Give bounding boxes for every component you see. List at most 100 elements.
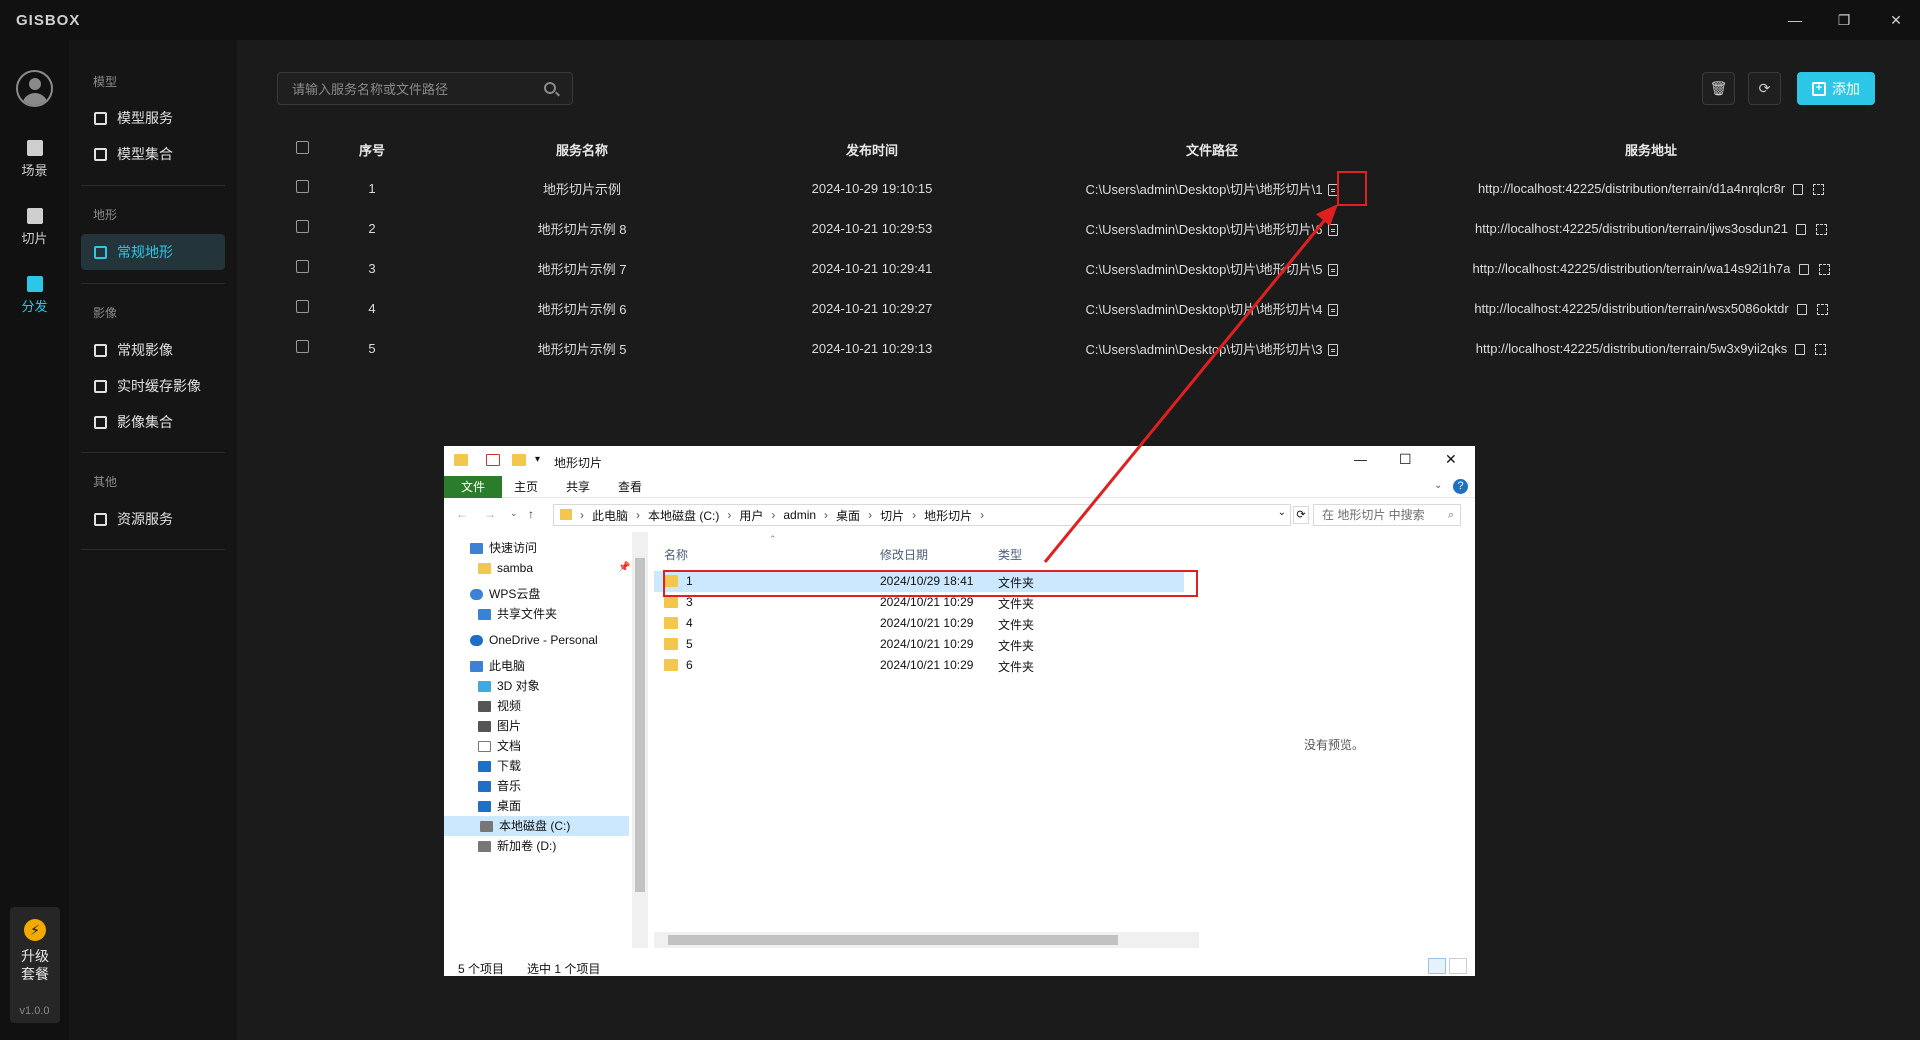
close-button[interactable]: ✕ xyxy=(1872,0,1920,40)
tab-view[interactable]: 查看 xyxy=(608,476,652,498)
tree-item[interactable]: 下载 xyxy=(478,756,521,776)
breadcrumb-item[interactable]: 此电脑 xyxy=(592,507,628,524)
delete-button[interactable]: 🗑 xyxy=(1702,72,1735,105)
select-all-checkbox[interactable] xyxy=(295,141,309,154)
explorer-maximize-button[interactable]: ☐ xyxy=(1399,451,1412,468)
qrcode-icon[interactable] xyxy=(1813,183,1825,195)
file-row[interactable]: 5 2024/10/21 10:29 文件夹 xyxy=(654,634,1184,655)
row-checkbox[interactable] xyxy=(295,220,309,233)
open-folder-icon[interactable] xyxy=(1328,224,1339,237)
nav-item-regular-imagery[interactable]: 常规影像 xyxy=(81,332,225,368)
scroll-thumb[interactable] xyxy=(668,935,1118,945)
new-folder-icon[interactable] xyxy=(512,454,526,466)
qrcode-icon[interactable] xyxy=(1815,223,1827,235)
tree-scrollbar[interactable] xyxy=(632,532,648,948)
breadcrumb-item[interactable]: 用户 xyxy=(739,507,763,524)
file-list-scrollbar[interactable] xyxy=(654,932,1199,948)
forward-icon[interactable]: → xyxy=(484,507,496,521)
rail-item-scene[interactable]: 场景 xyxy=(0,140,69,179)
row-checkbox[interactable] xyxy=(295,340,309,353)
refresh-icon[interactable]: ⟳ xyxy=(1293,506,1309,524)
tree-item[interactable]: 文档 xyxy=(478,736,521,756)
copy-icon[interactable] xyxy=(1793,183,1804,195)
col-header-date[interactable]: 修改日期 xyxy=(880,546,928,563)
document-icon xyxy=(478,740,491,752)
tree-item[interactable]: 视频 xyxy=(478,696,521,716)
tab-share[interactable]: 共享 xyxy=(556,476,600,498)
tree-item[interactable]: 桌面 xyxy=(478,796,521,816)
minimize-button[interactable]: — xyxy=(1771,0,1819,40)
row-checkbox[interactable] xyxy=(295,180,309,193)
search-icon[interactable] xyxy=(544,82,556,94)
explorer-close-button[interactable]: ✕ xyxy=(1445,451,1457,468)
breadcrumb-item[interactable]: 地形切片 xyxy=(924,507,972,524)
tree-item[interactable]: WPS云盘 xyxy=(470,584,540,604)
large-icons-view-icon[interactable] xyxy=(1449,958,1467,974)
search-input[interactable] xyxy=(292,79,532,99)
open-folder-icon[interactable] xyxy=(1328,344,1339,357)
tree-item[interactable]: samba 📌 xyxy=(478,558,630,578)
properties-icon[interactable] xyxy=(486,454,500,466)
up-icon[interactable]: ↑ xyxy=(528,507,534,521)
table-row[interactable]: 4 地形切片示例 6 2024-10-21 10:29:27 C:\Users\… xyxy=(277,288,1875,328)
file-row[interactable]: 4 2024/10/21 10:29 文件夹 xyxy=(654,613,1184,634)
tree-item-selected[interactable]: 本地磁盘 (C:) xyxy=(444,816,629,836)
table-row[interactable]: 2 地形切片示例 8 2024-10-21 10:29:53 C:\Users\… xyxy=(277,208,1875,248)
breadcrumb-item[interactable]: 桌面 xyxy=(836,507,860,524)
help-icon[interactable]: ? xyxy=(1453,479,1468,494)
breadcrumb-item[interactable]: 切片 xyxy=(880,507,904,524)
copy-icon[interactable] xyxy=(1795,223,1806,235)
col-header-name[interactable]: 名称 xyxy=(664,546,688,563)
open-folder-icon[interactable] xyxy=(1328,304,1339,317)
tree-item[interactable]: 共享文件夹 xyxy=(478,604,557,624)
avatar[interactable] xyxy=(16,70,53,107)
table-row[interactable]: 3 地形切片示例 7 2024-10-21 10:29:41 C:\Users\… xyxy=(277,248,1875,288)
tab-file[interactable]: 文件 xyxy=(444,476,502,498)
add-button[interactable]: + 添加 xyxy=(1797,72,1875,105)
back-icon[interactable]: ← xyxy=(456,507,468,521)
explorer-minimize-button[interactable]: — xyxy=(1354,452,1367,467)
tree-item[interactable]: 3D 对象 xyxy=(478,676,540,696)
qrcode-icon[interactable] xyxy=(1816,303,1828,315)
tree-item[interactable]: 此电脑 xyxy=(470,656,525,676)
nav-item-model-service[interactable]: 模型服务 xyxy=(81,100,225,136)
nav-item-resource-service[interactable]: 资源服务 xyxy=(81,501,225,537)
picture-icon xyxy=(478,720,491,732)
tree-item[interactable]: 图片 xyxy=(478,716,521,736)
tree-item[interactable]: 新加卷 (D:) xyxy=(478,836,556,856)
nav-item-realtime-cache-imagery[interactable]: 实时缓存影像 xyxy=(81,368,225,404)
scroll-thumb[interactable] xyxy=(635,558,645,892)
file-row[interactable]: 6 2024/10/21 10:29 文件夹 xyxy=(654,655,1184,676)
recent-dropdown-icon[interactable]: ⌄ xyxy=(510,508,518,519)
details-view-icon[interactable] xyxy=(1428,958,1446,974)
address-dropdown-icon[interactable]: ⌄ xyxy=(1278,507,1286,518)
tree-item[interactable]: OneDrive - Personal xyxy=(470,630,598,650)
refresh-button[interactable]: ⟳ xyxy=(1748,72,1781,105)
restore-button[interactable]: ❐ xyxy=(1820,0,1868,40)
qrcode-icon[interactable] xyxy=(1815,343,1827,355)
row-checkbox[interactable] xyxy=(295,260,309,273)
table-row[interactable]: 5 地形切片示例 5 2024-10-21 10:29:13 C:\Users\… xyxy=(277,328,1875,368)
nav-item-imagery-collection[interactable]: 影像集合 xyxy=(81,404,225,440)
copy-icon[interactable] xyxy=(1796,303,1807,315)
ribbon-expand-icon[interactable]: ⌄ xyxy=(1434,480,1442,491)
quick-access-dropdown-icon[interactable]: ▾ xyxy=(535,454,540,465)
address-bar[interactable]: › 此电脑 › 本地磁盘 (C:) › 用户 › admin › 桌面 › 切片… xyxy=(553,504,1291,526)
qrcode-icon[interactable] xyxy=(1818,263,1830,275)
rail-item-slice[interactable]: 切片 xyxy=(0,208,69,247)
rail-item-distribute[interactable]: 分发 xyxy=(0,276,69,315)
nav-item-model-collection[interactable]: 模型集合 xyxy=(81,136,225,172)
tab-home[interactable]: 主页 xyxy=(504,476,548,498)
explorer-search-input[interactable]: 在 地形切片 中搜索 ⌕ xyxy=(1313,504,1461,526)
open-folder-icon[interactable] xyxy=(1328,264,1339,277)
breadcrumb-item[interactable]: admin xyxy=(783,508,816,522)
table-row[interactable]: 1 地形切片示例 2024-10-29 19:10:15 C:\Users\ad… xyxy=(277,168,1875,208)
row-checkbox[interactable] xyxy=(295,300,309,313)
breadcrumb-item[interactable]: 本地磁盘 (C:) xyxy=(648,507,719,524)
col-header-type[interactable]: 类型 xyxy=(998,546,1022,563)
tree-item[interactable]: 音乐 xyxy=(478,776,521,796)
tree-item[interactable]: 快速访问 xyxy=(470,538,537,558)
nav-item-regular-terrain[interactable]: 常规地形 xyxy=(81,234,225,270)
copy-icon[interactable] xyxy=(1795,343,1806,355)
copy-icon[interactable] xyxy=(1798,263,1809,275)
